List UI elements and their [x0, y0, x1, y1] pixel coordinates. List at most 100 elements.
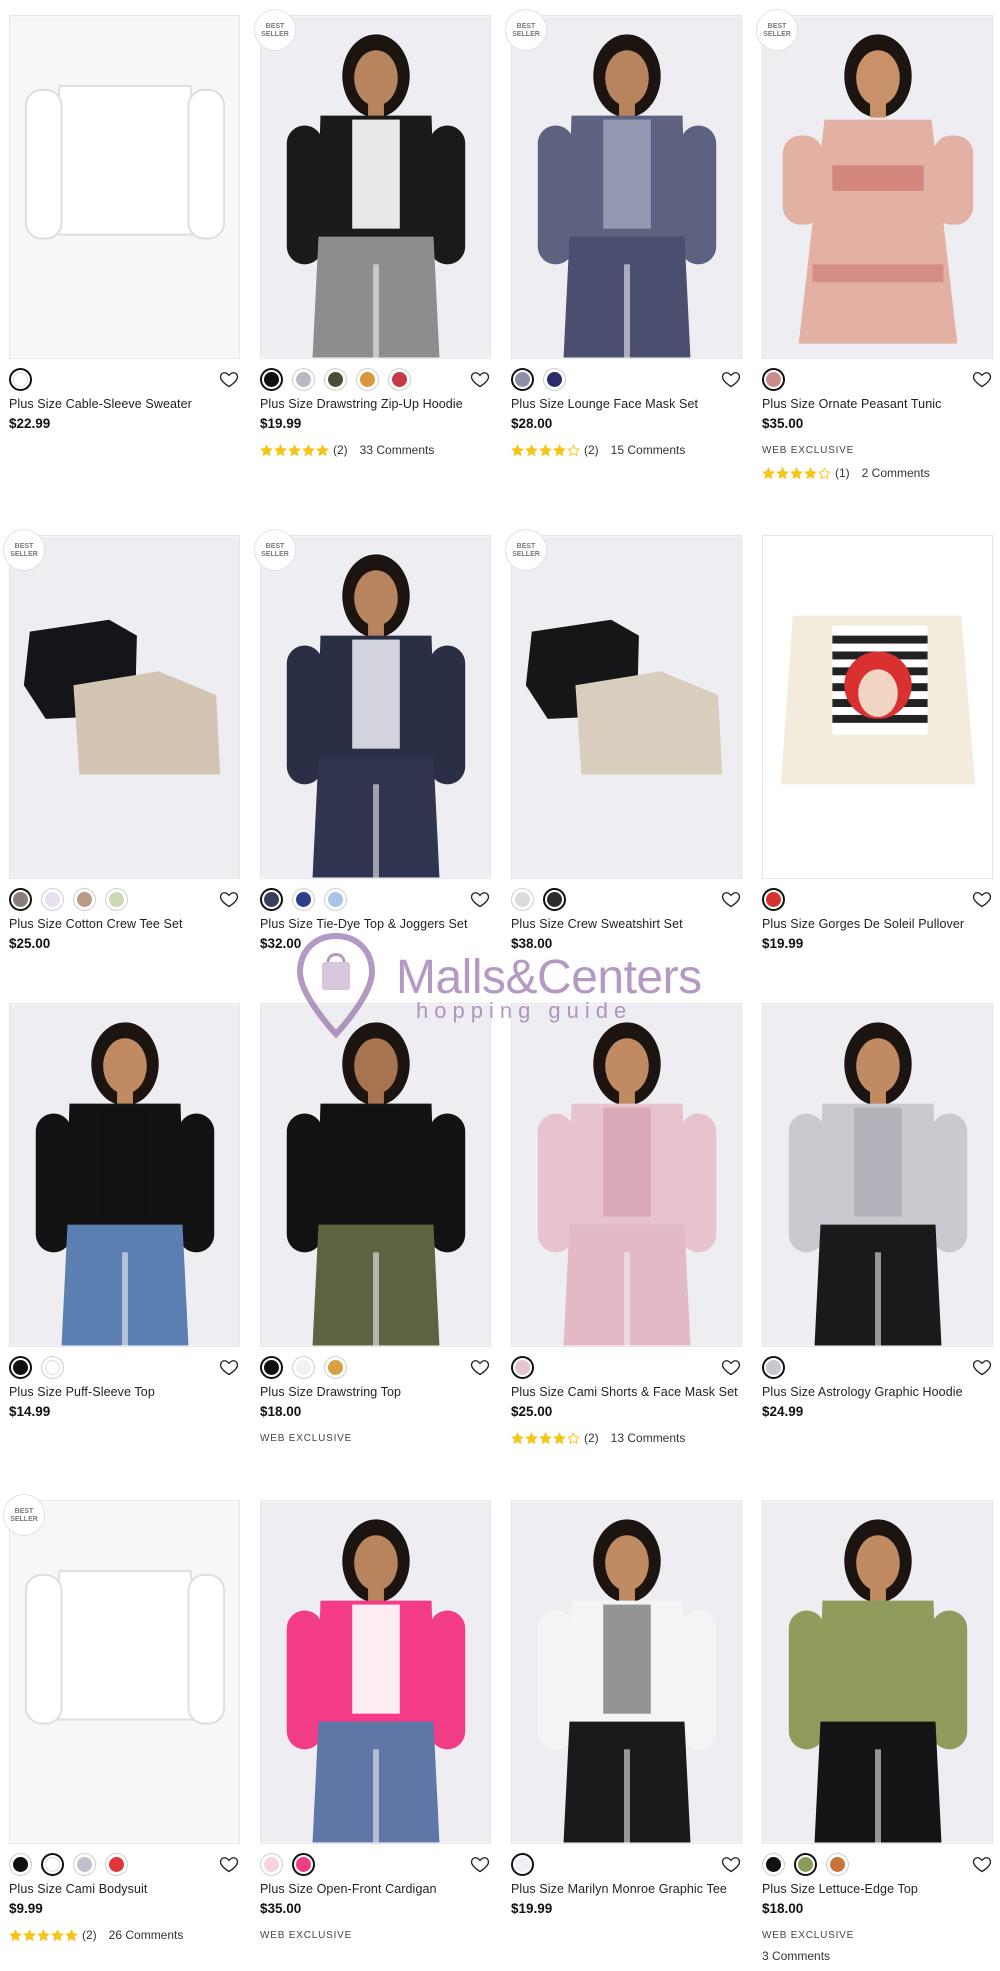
product-image[interactable] [260, 1500, 491, 1844]
wishlist-heart-icon[interactable] [720, 1356, 742, 1378]
wishlist-heart-icon[interactable] [971, 1853, 993, 1875]
product-rating[interactable]: (2) 26 Comments [9, 1928, 240, 1942]
color-swatch[interactable] [762, 1355, 785, 1379]
product-card[interactable]: Plus Size Gorges De Soleil Pullover $19.9… [762, 535, 993, 1003]
product-image[interactable] [762, 1003, 993, 1347]
color-swatch[interactable] [292, 1852, 315, 1876]
color-swatch[interactable] [260, 1852, 283, 1876]
product-image[interactable] [260, 535, 491, 879]
comments-link[interactable]: 26 Comments [109, 1928, 184, 1942]
product-image[interactable] [511, 15, 742, 359]
product-image[interactable] [511, 535, 742, 879]
color-swatch[interactable] [260, 887, 283, 911]
color-swatch[interactable] [292, 1355, 315, 1379]
product-card[interactable]: Plus Size Cami Shorts & Face Mask Set $25… [511, 1003, 742, 1500]
product-image[interactable] [9, 1500, 240, 1844]
color-swatch[interactable] [292, 367, 315, 391]
wishlist-heart-icon[interactable] [971, 368, 993, 390]
wishlist-heart-icon[interactable] [218, 1853, 240, 1875]
product-rating[interactable]: (2) 15 Comments [511, 443, 742, 457]
product-card[interactable]: BEST SELLER Plus Size Crew Sweatshirt Set… [505, 529, 742, 1003]
product-name[interactable]: Plus Size Tie-Dye Top & Joggers Set [260, 917, 491, 931]
product-name[interactable]: Plus Size Gorges De Soleil Pullover [762, 917, 993, 931]
product-image[interactable] [511, 1500, 742, 1844]
color-swatch[interactable] [324, 887, 347, 911]
color-swatch[interactable] [356, 367, 379, 391]
comments-link[interactable]: 3 Comments [762, 1949, 993, 1963]
wishlist-heart-icon[interactable] [720, 368, 742, 390]
color-swatch[interactable] [9, 1355, 32, 1379]
wishlist-heart-icon[interactable] [218, 368, 240, 390]
product-name[interactable]: Plus Size Open-Front Cardigan [260, 1882, 491, 1896]
wishlist-heart-icon[interactable] [971, 1356, 993, 1378]
color-swatch[interactable] [73, 887, 96, 911]
color-swatch[interactable] [73, 1852, 96, 1876]
product-card[interactable]: Plus Size Puff-Sleeve Top $14.99 [9, 1003, 240, 1500]
comments-link[interactable]: 15 Comments [611, 443, 686, 457]
wishlist-heart-icon[interactable] [469, 1356, 491, 1378]
color-swatch[interactable] [260, 367, 283, 391]
product-name[interactable]: Plus Size Drawstring Zip-Up Hoodie [260, 397, 491, 411]
product-name[interactable]: Plus Size Ornate Peasant Tunic [762, 397, 993, 411]
product-image[interactable] [511, 1003, 742, 1347]
color-swatch[interactable] [762, 887, 785, 911]
product-name[interactable]: Plus Size Cable-Sleeve Sweater [9, 397, 240, 411]
product-image[interactable] [260, 1003, 491, 1347]
wishlist-heart-icon[interactable] [218, 1356, 240, 1378]
color-swatch[interactable] [324, 367, 347, 391]
color-swatch[interactable] [762, 1852, 785, 1876]
color-swatch[interactable] [105, 887, 128, 911]
color-swatch[interactable] [41, 1355, 64, 1379]
product-name[interactable]: Plus Size Drawstring Top [260, 1385, 491, 1399]
product-rating[interactable]: (2) 33 Comments [260, 443, 491, 457]
product-image[interactable] [762, 1500, 993, 1844]
color-swatch[interactable] [826, 1852, 849, 1876]
product-card[interactable]: Plus Size Drawstring Top $18.00 WEB EXCLUS… [260, 1003, 491, 1500]
product-name[interactable]: Plus Size Cami Bodysuit [9, 1882, 240, 1896]
color-swatch[interactable] [543, 887, 566, 911]
product-name[interactable]: Plus Size Astrology Graphic Hoodie [762, 1385, 993, 1399]
product-card[interactable]: Plus Size Cable-Sleeve Sweater $22.99 [9, 15, 240, 535]
product-card[interactable]: Plus Size Lettuce-Edge Top $18.00 WEB EXCL… [762, 1500, 993, 1970]
color-swatch[interactable] [511, 367, 534, 391]
color-swatch[interactable] [41, 1852, 64, 1876]
wishlist-heart-icon[interactable] [720, 888, 742, 910]
product-card[interactable]: BEST SELLER Plus Size Ornate Peasant Tuni… [756, 9, 993, 535]
color-swatch[interactable] [511, 887, 534, 911]
color-swatch[interactable] [9, 1852, 32, 1876]
color-swatch[interactable] [260, 1355, 283, 1379]
color-swatch[interactable] [9, 367, 32, 391]
product-name[interactable]: Plus Size Marilyn Monroe Graphic Tee [511, 1882, 742, 1896]
product-name[interactable]: Plus Size Lettuce-Edge Top [762, 1882, 993, 1896]
comments-link[interactable]: 33 Comments [360, 443, 435, 457]
wishlist-heart-icon[interactable] [469, 888, 491, 910]
color-swatch[interactable] [324, 1355, 347, 1379]
product-image[interactable] [762, 15, 993, 359]
product-image[interactable] [9, 1003, 240, 1347]
color-swatch[interactable] [794, 1852, 817, 1876]
product-name[interactable]: Plus Size Cotton Crew Tee Set [9, 917, 240, 931]
product-card[interactable]: Plus Size Astrology Graphic Hoodie $24.99 [762, 1003, 993, 1500]
product-image[interactable] [260, 15, 491, 359]
product-card[interactable]: BEST SELLER Plus Size Drawstring Zip-Up H… [254, 9, 491, 535]
product-image[interactable] [762, 535, 993, 879]
wishlist-heart-icon[interactable] [218, 888, 240, 910]
color-swatch[interactable] [9, 887, 32, 911]
color-swatch[interactable] [543, 367, 566, 391]
color-swatch[interactable] [41, 887, 64, 911]
product-name[interactable]: Plus Size Lounge Face Mask Set [511, 397, 742, 411]
color-swatch[interactable] [511, 1852, 534, 1876]
product-name[interactable]: Plus Size Cami Shorts & Face Mask Set [511, 1385, 742, 1399]
wishlist-heart-icon[interactable] [971, 888, 993, 910]
color-swatch[interactable] [388, 367, 411, 391]
product-card[interactable]: BEST SELLER Plus Size Cotton Crew Tee Set… [3, 529, 240, 1003]
color-swatch[interactable] [105, 1852, 128, 1876]
wishlist-heart-icon[interactable] [720, 1853, 742, 1875]
color-swatch[interactable] [292, 887, 315, 911]
comments-link[interactable]: 13 Comments [611, 1431, 686, 1445]
product-card[interactable]: BEST SELLER Plus Size Lounge Face Mask Se… [505, 9, 742, 535]
product-rating[interactable]: (2) 13 Comments [511, 1431, 742, 1445]
product-image[interactable] [9, 15, 240, 359]
color-swatch[interactable] [511, 1355, 534, 1379]
product-image[interactable] [9, 535, 240, 879]
